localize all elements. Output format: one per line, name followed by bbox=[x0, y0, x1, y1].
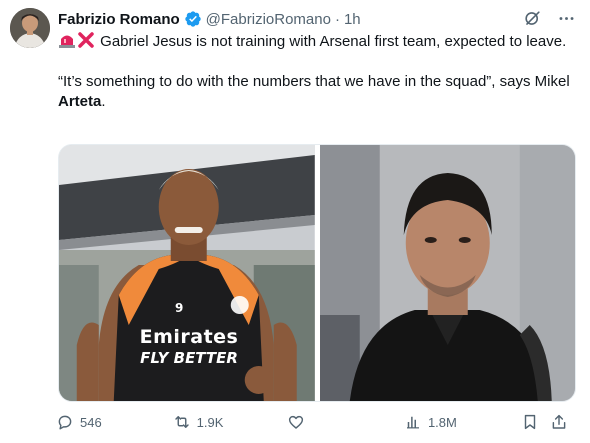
like-icon bbox=[289, 415, 304, 429]
author-name[interactable]: Fabrizio Romano bbox=[58, 11, 180, 28]
shirt-number: 9 bbox=[175, 301, 184, 315]
reply-count: 546 bbox=[80, 414, 102, 430]
sponsor-line-2: FLY BETTER bbox=[140, 349, 238, 367]
tweet-line-1: Gabriel Jesus is not training with Arsen… bbox=[58, 31, 578, 52]
bookmark-button[interactable] bbox=[521, 413, 547, 431]
quote-text: “It’s something to do with the numbers t… bbox=[58, 73, 570, 90]
separator-dot: · bbox=[334, 10, 340, 28]
siren-emoji-icon bbox=[58, 31, 76, 49]
bookmark-icon bbox=[524, 414, 535, 430]
share-button[interactable] bbox=[550, 413, 576, 431]
author-handle[interactable]: @FabrizioRomano bbox=[206, 11, 331, 28]
tweet-media[interactable]: 9 Emirates FLY BETTER bbox=[58, 144, 576, 402]
like-button[interactable] bbox=[287, 413, 404, 431]
verified-badge-icon bbox=[184, 10, 202, 28]
tweet-line-1-text: Gabriel Jesus is not training with Arsen… bbox=[100, 33, 567, 50]
tweet[interactable]: Fabrizio Romano @FabrizioRomano · 1h Gab… bbox=[0, 0, 590, 443]
avatar[interactable] bbox=[10, 8, 50, 48]
repost-count: 1.9K bbox=[196, 414, 224, 430]
views-button[interactable]: 1.8M bbox=[404, 413, 521, 431]
grok-icon[interactable] bbox=[522, 8, 542, 28]
photo-gabriel-jesus[interactable]: 9 Emirates FLY BETTER bbox=[59, 145, 315, 401]
reply-button[interactable]: 546 bbox=[56, 413, 173, 431]
cross-mark-emoji-icon bbox=[77, 31, 95, 49]
share-icon bbox=[552, 414, 566, 429]
views-count: 1.8M bbox=[427, 414, 457, 430]
tweet-quote: “It’s something to do with the numbers t… bbox=[58, 72, 578, 112]
views-icon bbox=[406, 416, 419, 429]
reply-icon bbox=[58, 415, 72, 430]
photo-mikel-arteta[interactable] bbox=[319, 145, 575, 401]
timestamp[interactable]: 1h bbox=[344, 11, 361, 28]
header-actions bbox=[522, 8, 576, 28]
quote-end: . bbox=[101, 93, 106, 110]
tweet-actions: 546 1.9K 1.8M bbox=[56, 409, 576, 435]
more-icon[interactable] bbox=[556, 8, 576, 28]
repost-icon bbox=[174, 416, 189, 428]
tweet-text: Gabriel Jesus is not training with Arsen… bbox=[58, 31, 578, 112]
quote-bold-name: Arteta bbox=[58, 93, 102, 110]
sponsor-line-1: Emirates bbox=[139, 326, 239, 348]
repost-button[interactable]: 1.9K bbox=[173, 413, 288, 431]
tweet-header: Fabrizio Romano @FabrizioRomano · 1h bbox=[58, 9, 361, 29]
